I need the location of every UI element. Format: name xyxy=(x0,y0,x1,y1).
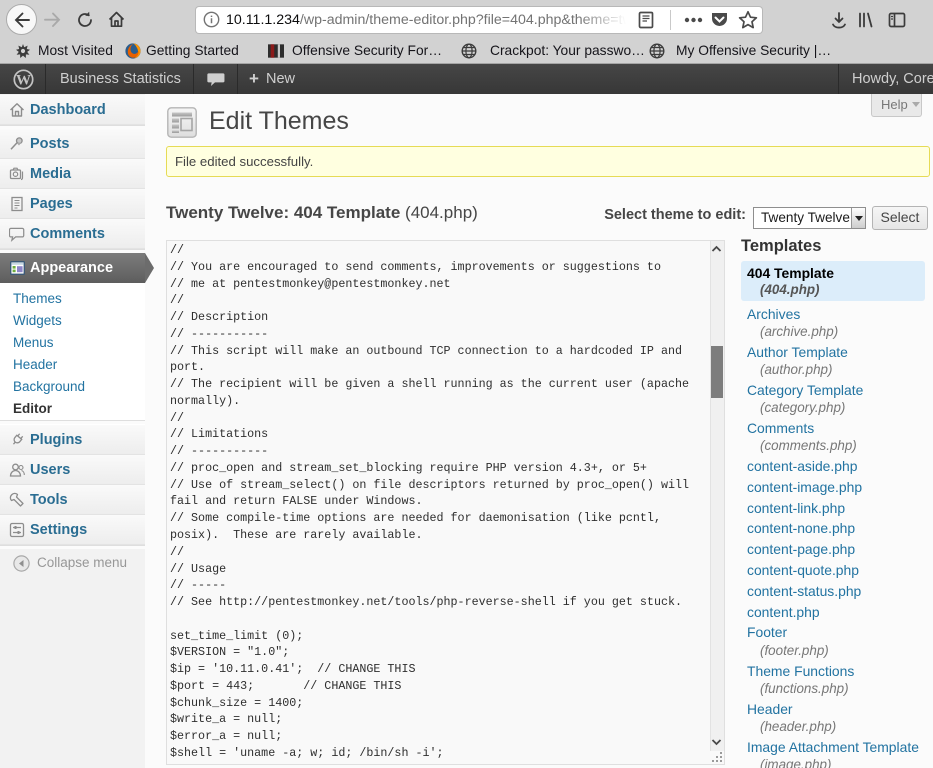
svg-text:W: W xyxy=(16,73,31,89)
